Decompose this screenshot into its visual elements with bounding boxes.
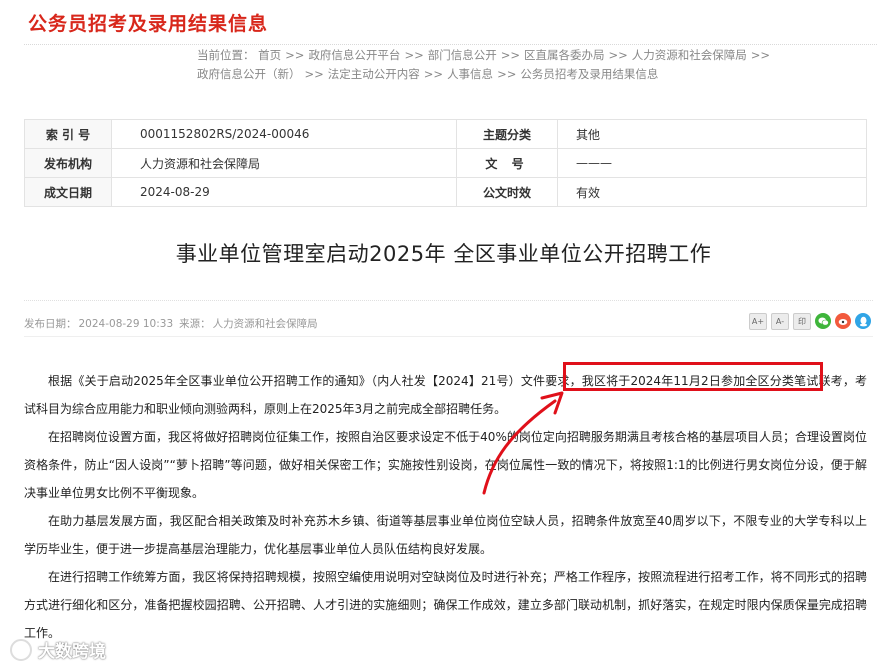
date-label: 成文日期 — [24, 177, 112, 207]
date-value: 2024-08-29 — [111, 177, 457, 207]
print-button[interactable]: 印 — [793, 313, 811, 330]
topic-value: 其他 — [557, 119, 867, 149]
paragraph: 根据《关于启动2025年全区事业单位公开招聘工作的通知》（内人社发【2024】2… — [24, 374, 867, 416]
breadcrumb-separator: >> — [304, 67, 324, 81]
publish-date-label: 发布日期： — [24, 318, 77, 330]
breadcrumb-separator: >> — [750, 48, 771, 62]
breadcrumb: 当前位置： 首页 >> 政府信息公开平台 >> 部门信息公开 >> 区直属各委办局 >> 人力资… — [197, 46, 872, 84]
topic-label: 主题分类 — [456, 119, 558, 149]
source-value: 人力资源和社会保障局 — [212, 318, 318, 330]
doc-number-label: 文 号 — [456, 148, 558, 178]
section-title: 公务员招考及录用结果信息 — [28, 13, 269, 35]
breadcrumb-item-gov-info-new[interactable]: 政府信息公开（新） — [197, 67, 301, 81]
document-meta-table: 索 引 号 0001152802RS/2024-00046 主题分类 其他 发布… — [24, 119, 867, 207]
paragraph: 在进行招聘工作统筹方面，我区将保持招聘规模，按照空编使用说明对空缺岗位及时进行补… — [24, 570, 867, 640]
divider — [24, 336, 873, 337]
paragraph: 在招聘岗位设置方面，我区将做好招聘岗位征集工作，按照自治区要求设定不低于40%的… — [24, 430, 867, 500]
table-row: 成文日期 2024-08-29 公文时效 有效 — [24, 177, 867, 207]
divider — [24, 300, 873, 301]
article-tools: A+ A- 印 — [749, 313, 871, 330]
article-headline: 事业单位管理室启动2025年 全区事业单位公开招聘工作 — [175, 242, 712, 266]
breadcrumb-separator: >> — [608, 48, 628, 62]
breadcrumb-item-home[interactable]: 首页 — [258, 48, 281, 62]
paragraph: 在助力基层发展方面，我区配合相关政策及时补充苏木乡镇、街道等基层事业单位岗位空缺… — [24, 514, 867, 556]
index-value: 0001152802RS/2024-00046 — [111, 119, 457, 149]
breadcrumb-separator: >> — [497, 67, 517, 81]
table-row: 发布机构 人力资源和社会保障局 文 号 ——— — [24, 148, 867, 178]
font-increase-button[interactable]: A+ — [749, 313, 767, 330]
doc-number-value: ——— — [557, 148, 867, 178]
table-row: 索 引 号 0001152802RS/2024-00046 主题分类 其他 — [24, 119, 867, 149]
validity-label: 公文时效 — [456, 177, 558, 207]
watermark-text: 大数跨境 — [38, 642, 106, 662]
index-label: 索 引 号 — [24, 119, 112, 149]
breadcrumb-item-district-bureaus[interactable]: 区直属各委办局 — [524, 48, 605, 62]
title-divider — [24, 44, 877, 45]
breadcrumb-item-gov-info-platform[interactable]: 政府信息公开平台 — [308, 48, 400, 62]
article-body: 根据《关于启动2025年全区事业单位公开招聘工作的通知》（内人社发【2024】2… — [24, 367, 867, 647]
breadcrumb-separator: >> — [285, 48, 305, 62]
wechat-share-icon[interactable] — [815, 313, 831, 329]
breadcrumb-separator: >> — [423, 67, 444, 81]
breadcrumb-item-statutory-disclosure[interactable]: 法定主动公开内容 — [328, 67, 420, 81]
validity-value: 有效 — [557, 177, 867, 207]
qq-share-icon[interactable] — [855, 313, 871, 329]
breadcrumb-separator: >> — [404, 48, 424, 62]
publisher-label: 发布机构 — [24, 148, 112, 178]
breadcrumb-prefix: 当前位置： — [197, 48, 255, 62]
publisher-value: 人力资源和社会保障局 — [111, 148, 457, 178]
font-decrease-button[interactable]: A- — [771, 313, 789, 330]
breadcrumb-item-hr-bureau[interactable]: 人力资源和社会保障局 — [632, 48, 747, 62]
breadcrumb-separator: >> — [500, 48, 520, 62]
weibo-share-icon[interactable] — [835, 313, 851, 329]
breadcrumb-item-dept-info[interactable]: 部门信息公开 — [428, 48, 497, 62]
watermark-logo — [10, 638, 32, 661]
source-label: 来源： — [179, 318, 211, 330]
publish-date-value: 2024-08-29 10:33 — [78, 318, 174, 330]
breadcrumb-item-current[interactable]: 公务员招考及录用结果信息 — [520, 67, 658, 81]
publish-info: 发布日期： 2024-08-29 10:33 来源： 人力资源和社会保障局 — [24, 316, 324, 331]
watermark: 大数跨境 — [10, 637, 106, 662]
breadcrumb-item-personnel-info[interactable]: 人事信息 — [447, 67, 493, 81]
